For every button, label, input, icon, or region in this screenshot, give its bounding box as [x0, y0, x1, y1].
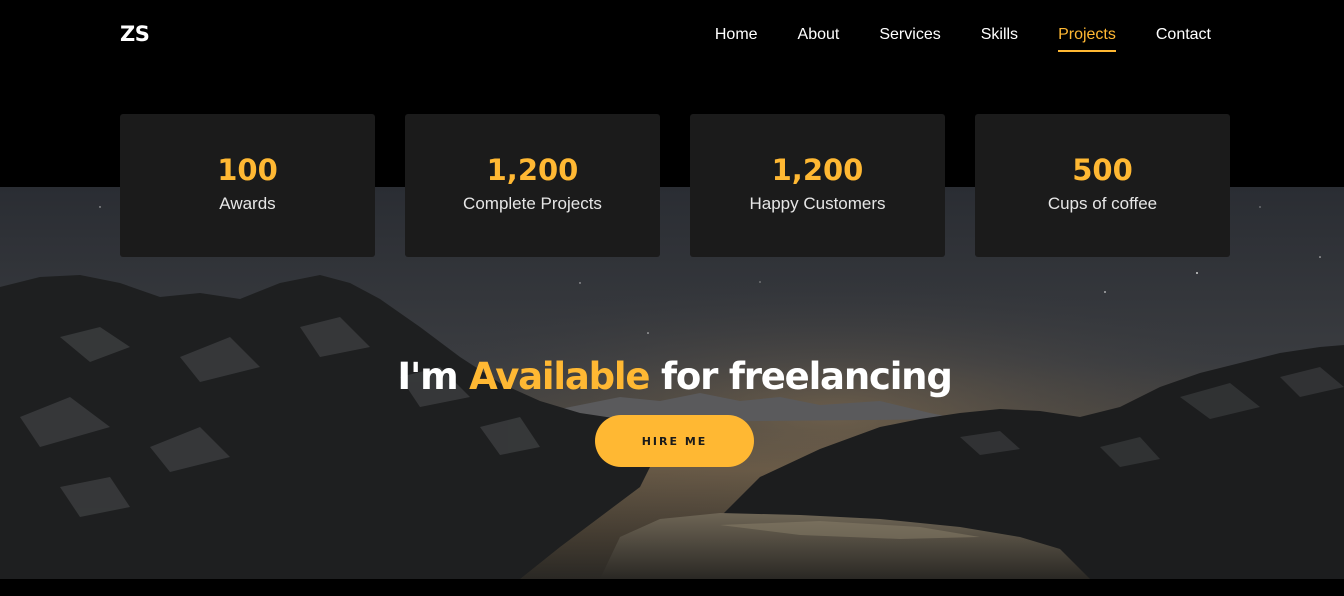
stat-label: Cups of coffee — [1047, 194, 1158, 213]
hire-me-button[interactable]: HIRE ME — [595, 415, 754, 467]
stat-value: 100 — [217, 153, 278, 187]
page: ZS Home About Services Skills Projects C… — [0, 0, 1344, 596]
nav-item-about[interactable]: About — [798, 24, 840, 52]
footer-divider — [0, 579, 1344, 596]
nav-item-skills[interactable]: Skills — [981, 24, 1018, 52]
hero-title: I'm Available for freelancing — [0, 354, 1344, 400]
stat-label: Complete Projects — [463, 194, 602, 213]
stat-value: 1,200 — [771, 153, 864, 187]
nav-item-services[interactable]: Services — [879, 24, 940, 52]
site-header: ZS Home About Services Skills Projects C… — [0, 0, 1344, 72]
hero-title-prefix: I'm — [397, 355, 470, 398]
main-nav: Home About Services Skills Projects Cont… — [715, 24, 1211, 52]
stat-label: Happy Customers — [749, 194, 886, 213]
nav-item-contact[interactable]: Contact — [1156, 24, 1211, 52]
logo[interactable]: ZS — [120, 22, 150, 46]
nav-item-projects[interactable]: Projects — [1058, 24, 1116, 52]
stat-card-coffee: 500 Cups of coffee — [975, 114, 1230, 257]
nav-item-home[interactable]: Home — [715, 24, 758, 52]
stat-value: 500 — [1072, 153, 1133, 187]
stats-row: 100 Awards 1,200 Complete Projects 1,200… — [120, 114, 1230, 257]
stat-label: Awards — [219, 194, 276, 213]
stat-value: 1,200 — [486, 153, 579, 187]
stat-card-awards: 100 Awards — [120, 114, 375, 257]
stat-card-projects: 1,200 Complete Projects — [405, 114, 660, 257]
hero-title-suffix: for freelancing — [649, 355, 953, 398]
hero-title-accent: Available — [469, 355, 650, 398]
stat-card-customers: 1,200 Happy Customers — [690, 114, 945, 257]
